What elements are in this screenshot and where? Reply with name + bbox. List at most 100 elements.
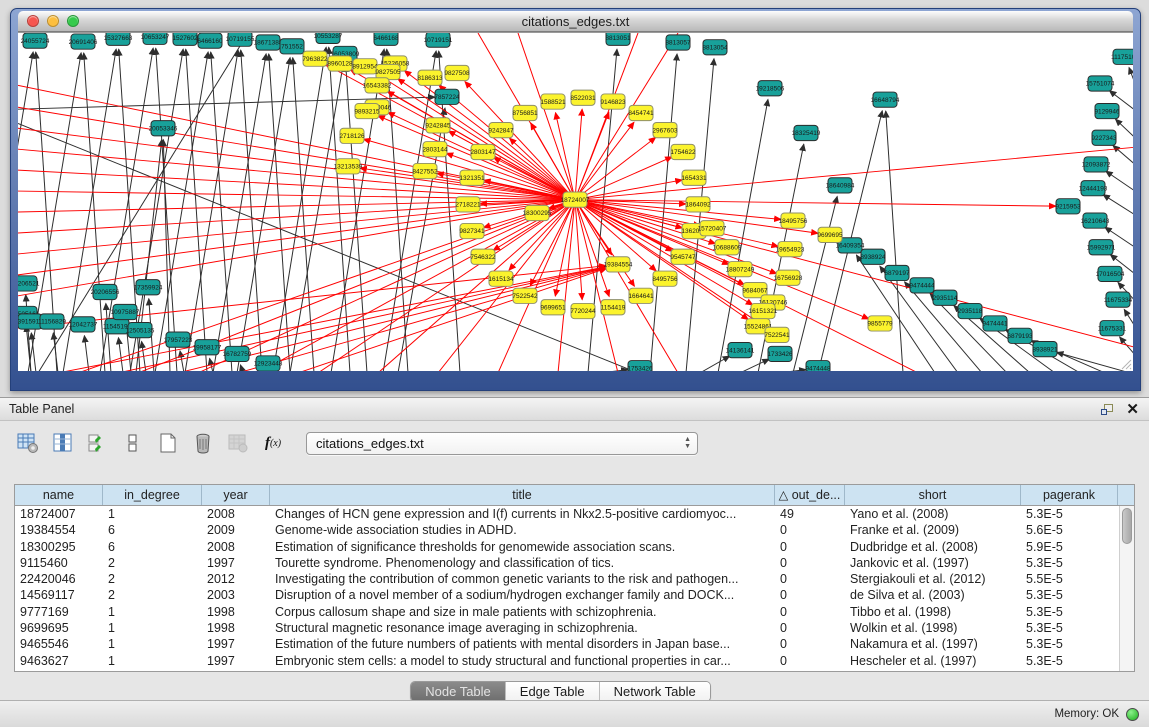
graph-node[interactable]: 10975887 xyxy=(111,304,140,319)
graph-node[interactable]: 9474448 xyxy=(805,361,831,371)
tab-node-table[interactable]: Node Table xyxy=(411,682,506,701)
graph-node[interactable]: 2803147 xyxy=(470,144,496,159)
column-header-out-de-[interactable]: △ out_de... xyxy=(775,485,845,505)
graph-node[interactable]: 1321351 xyxy=(459,170,485,185)
new-table-icon[interactable] xyxy=(156,431,180,455)
graph-node[interactable]: 1615134 xyxy=(488,271,514,286)
function-builder-icon[interactable]: f(x) xyxy=(261,431,285,455)
graph-node[interactable]: 7546322 xyxy=(470,249,496,264)
graph-node[interactable]: 10653247 xyxy=(141,33,170,44)
graph-node[interactable]: 8813051 xyxy=(605,33,631,45)
table-row[interactable]: 946362711997Embryonic stem cells: a mode… xyxy=(15,653,1134,669)
graph-node[interactable]: 9474441 xyxy=(982,316,1008,331)
table-row[interactable]: 911546021997Tourette syndrome. Phenomeno… xyxy=(15,555,1134,571)
graph-node[interactable]: 8756851 xyxy=(512,105,538,120)
graph-node[interactable]: 6879197 xyxy=(884,265,910,280)
graph-node[interactable]: 9893215 xyxy=(354,103,380,118)
graph-node[interactable]: 16648794 xyxy=(871,92,900,107)
graph-node[interactable]: 16151321 xyxy=(749,303,778,318)
graph-node[interactable]: 7963822 xyxy=(302,51,328,66)
graph-node[interactable]: 8813057 xyxy=(665,35,691,50)
column-header-in-degree[interactable]: in_degree xyxy=(103,485,202,505)
table-row[interactable]: 977716911998Corpus callosum shape and si… xyxy=(15,604,1134,620)
show-columns-icon[interactable] xyxy=(51,431,75,455)
graph-node[interactable]: 8522031 xyxy=(570,90,596,105)
table-row[interactable]: 1938455462009Genome-wide association stu… xyxy=(15,522,1134,538)
graph-node[interactable]: 1753426 xyxy=(627,361,653,371)
table-row[interactable]: 2242004622012Investigating the contribut… xyxy=(15,571,1134,587)
graph-node[interactable]: 15751074 xyxy=(1086,76,1115,91)
graph-node[interactable]: 7857224 xyxy=(434,89,460,104)
column-header-short[interactable]: short xyxy=(845,485,1021,505)
graph-node[interactable]: 12923448 xyxy=(254,356,283,371)
graph-node[interactable]: 8960128 xyxy=(327,56,353,71)
table-vertical-scrollbar[interactable] xyxy=(1119,506,1134,671)
table-row[interactable]: 969969511998Structural magnetic resonanc… xyxy=(15,620,1134,636)
graph-node[interactable]: 8427552 xyxy=(412,163,438,178)
graph-node[interactable]: 6879193 xyxy=(1007,328,1033,343)
graph-node[interactable]: 8186313 xyxy=(417,70,443,85)
graph-node[interactable]: 2935114 xyxy=(933,290,958,305)
graph-node[interactable]: 18325419 xyxy=(792,125,821,140)
scrollbar-thumb[interactable] xyxy=(1122,508,1132,544)
graph-node[interactable]: 18300295 xyxy=(523,205,552,220)
graph-node[interactable]: 18495756 xyxy=(779,213,808,228)
graph-node[interactable]: 1588521 xyxy=(540,94,566,109)
graph-node[interactable]: 8495756 xyxy=(652,271,678,286)
graph-node[interactable]: 20691406 xyxy=(69,34,98,49)
graph-node[interactable]: 7522541 xyxy=(764,327,790,342)
graph-node[interactable]: 1864092 xyxy=(685,197,711,212)
graph-node[interactable]: 11175107 xyxy=(1111,49,1133,64)
graph-node[interactable]: 12505135 xyxy=(126,322,155,337)
graph-node[interactable]: 9146823 xyxy=(600,94,626,109)
graph-node[interactable]: 9827341 xyxy=(459,223,485,238)
column-header-year[interactable]: year xyxy=(202,485,270,505)
graph-node[interactable]: 2718126 xyxy=(339,128,365,143)
graph-node[interactable]: 1154419 xyxy=(601,300,626,315)
graph-node[interactable]: 1664641 xyxy=(628,288,654,303)
graph-node[interactable]: 19384554 xyxy=(604,257,633,272)
table-row[interactable]: 1830029562008Estimation of significance … xyxy=(15,539,1134,555)
graph-node[interactable]: 18671388 xyxy=(254,35,283,50)
graph-node[interactable]: 9474444 xyxy=(909,278,935,293)
canvas-resize-grip[interactable] xyxy=(1120,358,1132,370)
close-panel-icon[interactable]: ✕ xyxy=(1126,402,1139,417)
delete-table-icon[interactable] xyxy=(191,431,215,455)
table-settings-icon[interactable] xyxy=(16,431,40,455)
graph-node[interactable]: 9855779 xyxy=(867,316,893,331)
graph-node[interactable]: 9215953 xyxy=(1055,199,1081,214)
graph-node[interactable]: 9545747 xyxy=(670,249,696,264)
tab-network-table[interactable]: Network Table xyxy=(600,682,710,701)
graph-node[interactable]: 16756928 xyxy=(774,270,803,285)
graph-node[interactable]: 17016504 xyxy=(1096,266,1125,281)
graph-node[interactable]: 1527602 xyxy=(172,33,198,45)
row-height-icon[interactable] xyxy=(121,431,145,455)
graph-node[interactable]: 26206521 xyxy=(18,276,40,291)
graph-node[interactable]: 10719151 xyxy=(424,33,453,47)
graph-node[interactable]: 20206556 xyxy=(91,284,120,299)
graph-node[interactable]: 9699651 xyxy=(540,300,566,315)
graph-node[interactable]: 10553287 xyxy=(314,33,343,43)
graph-node[interactable]: 9242845 xyxy=(425,118,451,133)
graph-node[interactable]: 15720407 xyxy=(698,221,727,236)
graph-node[interactable]: 9129946 xyxy=(1094,103,1120,118)
graph-node[interactable]: 16543382 xyxy=(363,78,392,93)
graph-node[interactable]: 14136141 xyxy=(726,342,755,357)
graph-node[interactable]: 751552 xyxy=(280,39,304,54)
network-canvas[interactable]: 2405572420691406153276631065324715276026… xyxy=(18,32,1133,371)
graph-node[interactable]: 17359924 xyxy=(134,280,163,295)
table-selector-dropdown[interactable]: citations_edges.txt ▲▼ xyxy=(306,432,698,455)
graph-node[interactable]: 19218506 xyxy=(756,81,785,96)
graph-node[interactable]: 17957223 xyxy=(164,332,193,347)
graph-node[interactable]: 11156829 xyxy=(38,314,66,329)
graph-node[interactable]: 24055724 xyxy=(21,33,50,48)
graph-node[interactable]: 10719155 xyxy=(226,33,255,46)
graph-node[interactable]: 9227343 xyxy=(1091,130,1117,145)
graph-node[interactable]: 1754622 xyxy=(670,144,696,159)
graph-node[interactable]: 8454741 xyxy=(628,105,654,120)
graph-node[interactable]: 19654923 xyxy=(776,242,805,257)
select-all-check-icon[interactable] xyxy=(86,431,110,455)
table-row[interactable]: 1456911722003Disruption of a novel membe… xyxy=(15,587,1134,603)
graph-node[interactable]: 15992971 xyxy=(1087,240,1116,255)
graph-node[interactable]: 8912954 xyxy=(352,59,378,74)
